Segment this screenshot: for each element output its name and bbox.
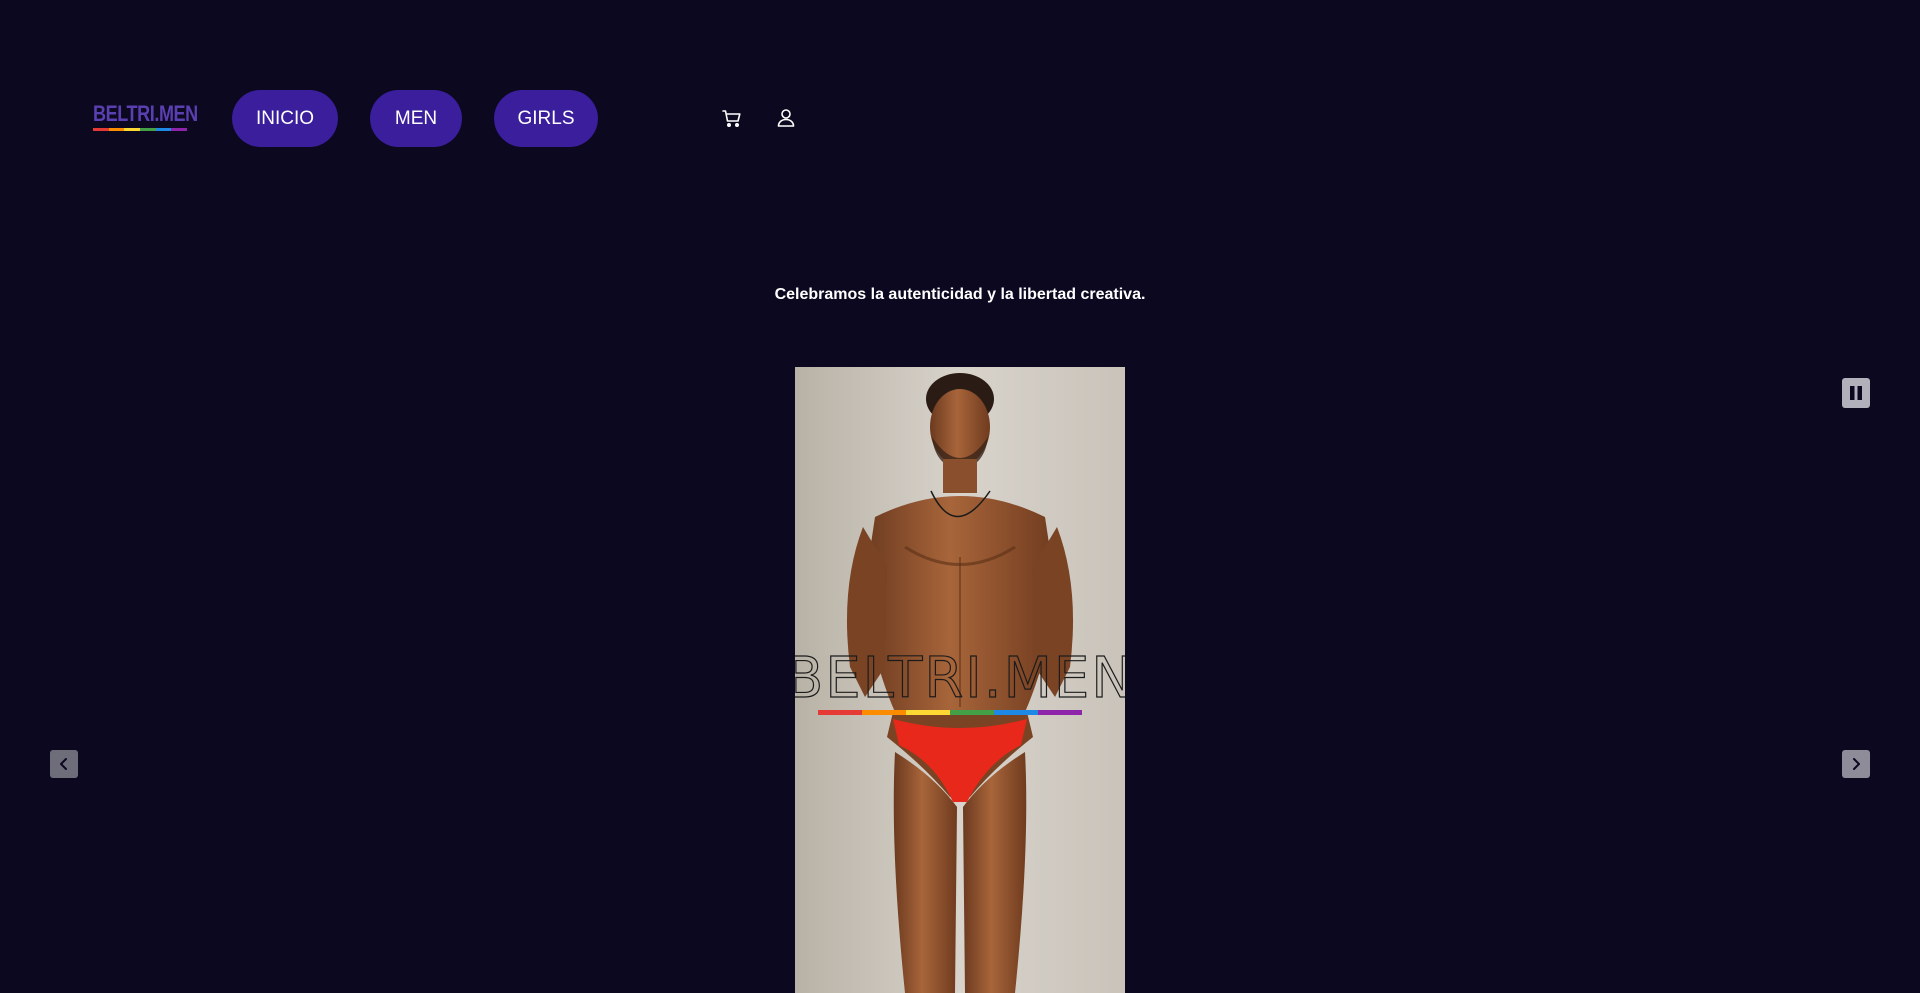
next-slide-button[interactable] — [1842, 750, 1870, 778]
nav-girls-button[interactable]: GIRLS — [494, 90, 598, 147]
pause-button[interactable] — [1842, 378, 1870, 408]
previous-slide-button[interactable] — [50, 750, 78, 778]
cart-icon[interactable] — [720, 106, 744, 130]
watermark-text: BELTRI.MEN — [795, 646, 1125, 711]
chevron-left-icon — [60, 758, 67, 770]
site-logo[interactable]: BELTRI.MEN — [93, 102, 198, 134]
nav-men-button[interactable]: MEN — [370, 90, 462, 147]
slideshow-image: BELTRI.MEN — [795, 367, 1125, 993]
pause-icon — [1850, 386, 1862, 400]
account-icon[interactable] — [774, 106, 798, 130]
chevron-right-icon — [1853, 758, 1860, 770]
logo-text: BELTRI.MEN — [93, 101, 198, 126]
nav-inicio-button[interactable]: INICIO — [232, 90, 338, 147]
watermark-rainbow-bar — [818, 710, 1082, 715]
logo-rainbow-bar — [93, 128, 188, 131]
hero-tagline: Celebramos la autenticidad y la libertad… — [774, 286, 1146, 303]
page: BELTRI.MEN INICIO MEN GIRLS Celebramos l… — [0, 0, 1920, 993]
